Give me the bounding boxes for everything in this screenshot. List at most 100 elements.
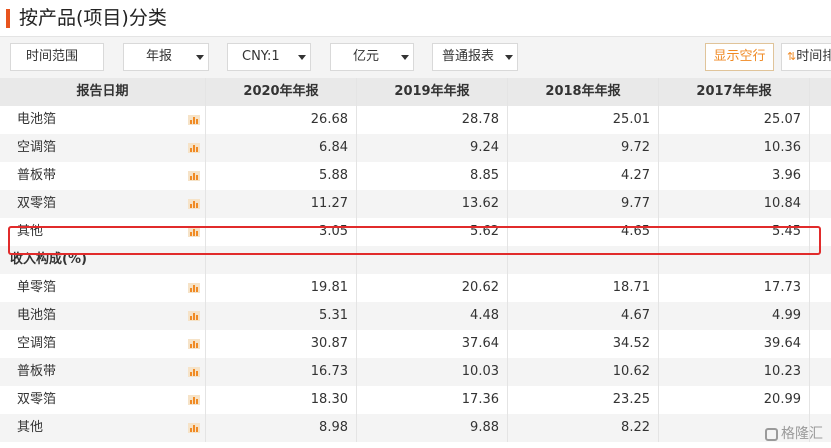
bar-chart-icon[interactable] <box>188 199 200 209</box>
table-row-highlighted: 电池箔 5.31 4.48 4.67 4.99 <box>0 302 831 330</box>
table-cell-overflow <box>810 134 831 162</box>
show-empty-rows-button[interactable]: 显示空行 <box>705 43 774 71</box>
title-bar: 按产品(项目)分类 <box>0 0 831 36</box>
table-cell: 11.27 <box>206 190 357 218</box>
row-label-text: 空调箔 <box>17 336 57 351</box>
row-label: 其他 <box>0 414 206 442</box>
column-header: 2018年年报 <box>508 78 659 106</box>
table-cell-overflow <box>810 106 831 134</box>
row-label: 电池箔 <box>0 302 206 330</box>
row-label: 普板带 <box>0 358 206 386</box>
column-header: 2017年年报 <box>659 78 810 106</box>
table-cell <box>206 246 357 274</box>
table-cell: 10.36 <box>659 134 810 162</box>
row-label-text: 电池箔 <box>17 112 57 127</box>
table-cell: 9.72 <box>508 134 659 162</box>
bar-chart-icon[interactable] <box>188 395 200 405</box>
table-row: 单零箔 19.81 20.62 18.71 17.73 <box>0 274 831 302</box>
bar-chart-icon[interactable] <box>188 143 200 153</box>
watermark-text: 格隆汇 <box>781 426 823 442</box>
bar-chart-icon[interactable] <box>188 115 200 125</box>
bar-chart-icon[interactable] <box>188 171 200 181</box>
table-cell: 26.68 <box>206 106 357 134</box>
table-cell: 23.25 <box>508 386 659 414</box>
chevron-down-icon <box>505 55 513 60</box>
toolbar: 时间范围 年报 CNY:1 亿元 普通报表 显示空行 ⇅时间排 <box>0 36 831 79</box>
row-label: 普板带 <box>0 162 206 190</box>
table-cell: 19.81 <box>206 274 357 302</box>
title-accent-bar <box>6 9 10 28</box>
row-label-text: 空调箔 <box>17 140 57 155</box>
table-cell: 4.65 <box>508 218 659 246</box>
table-cell: 3.05 <box>206 218 357 246</box>
bar-chart-icon[interactable] <box>188 339 200 349</box>
row-label: 其他 <box>0 218 206 246</box>
table-cell: 6.84 <box>206 134 357 162</box>
row-label-text: 电池箔 <box>17 308 57 323</box>
table-cell: 13.62 <box>357 190 508 218</box>
row-label: 电池箔 <box>0 106 206 134</box>
table-cell-overflow <box>810 330 831 358</box>
bar-chart-icon[interactable] <box>188 311 200 321</box>
table-cell: 10.03 <box>357 358 508 386</box>
table-row: 普板带 5.88 8.85 4.27 3.96 <box>0 162 831 190</box>
table-row: 空调箔 30.87 37.64 34.52 39.64 <box>0 330 831 358</box>
table-cell <box>357 246 508 274</box>
table-cell: 17.73 <box>659 274 810 302</box>
table-cell: 8.98 <box>206 414 357 442</box>
table-cell: 8.85 <box>357 162 508 190</box>
table-cell <box>659 246 810 274</box>
table-cell: 9.77 <box>508 190 659 218</box>
table-cell-overflow <box>810 162 831 190</box>
row-label-text: 其他 <box>17 420 44 435</box>
table-cell: 4.48 <box>357 302 508 330</box>
bar-chart-icon[interactable] <box>188 367 200 377</box>
column-header: 报告日期 <box>0 78 206 106</box>
table-cell: 4.99 <box>659 302 810 330</box>
table-cell: 17.36 <box>357 386 508 414</box>
chevron-down-icon <box>298 55 306 60</box>
table-header-row: 报告日期 2020年年报 2019年年报 2018年年报 2017年年报 <box>0 78 831 106</box>
table-cell: 8.22 <box>508 414 659 442</box>
table-cell-overflow <box>810 386 831 414</box>
time-range-label: 时间范围 <box>26 49 79 64</box>
table-cell: 25.07 <box>659 106 810 134</box>
table-cell: 4.67 <box>508 302 659 330</box>
bar-chart-icon[interactable] <box>188 227 200 237</box>
row-label-text: 双零箔 <box>17 392 57 407</box>
chevron-down-icon <box>196 55 204 60</box>
table-cell: 20.62 <box>357 274 508 302</box>
table-cell: 9.24 <box>357 134 508 162</box>
report-type-value: 年报 <box>146 49 173 64</box>
table-cell: 37.64 <box>357 330 508 358</box>
watermark: 格隆汇 <box>765 423 823 443</box>
column-header-overflow <box>810 78 831 106</box>
page-title: 按产品(项目)分类 <box>19 7 167 29</box>
row-label: 双零箔 <box>0 190 206 218</box>
table-cell: 28.78 <box>357 106 508 134</box>
bar-chart-icon[interactable] <box>188 283 200 293</box>
table-cell: 5.62 <box>357 218 508 246</box>
time-sort-button[interactable]: ⇅时间排 <box>781 43 831 71</box>
row-label-text: 单零箔 <box>17 280 57 295</box>
table-row: 双零箔 18.30 17.36 23.25 20.99 <box>0 386 831 414</box>
table-row: 其他 8.98 9.88 8.22 <box>0 414 831 442</box>
currency-value: CNY:1 <box>242 49 280 64</box>
bar-chart-icon[interactable] <box>188 423 200 433</box>
table-cell: 20.99 <box>659 386 810 414</box>
row-label-text: 其他 <box>17 224 44 239</box>
table-cell <box>508 246 659 274</box>
currency-select[interactable]: CNY:1 <box>227 43 311 71</box>
table-row: 其他 3.05 5.62 4.65 5.45 <box>0 218 831 246</box>
time-sort-label: 时间排 <box>796 49 831 64</box>
sort-arrows-icon: ⇅ <box>787 50 797 63</box>
unit-select[interactable]: 亿元 <box>330 43 414 71</box>
table-cell: 39.64 <box>659 330 810 358</box>
statement-type-select[interactable]: 普通报表 <box>432 43 518 71</box>
row-label-text: 普板带 <box>17 168 57 183</box>
time-range-button[interactable]: 时间范围 <box>10 43 104 71</box>
table-cell: 16.73 <box>206 358 357 386</box>
table-cell: 10.84 <box>659 190 810 218</box>
report-type-select[interactable]: 年报 <box>123 43 209 71</box>
row-label-text: 普板带 <box>17 364 57 379</box>
